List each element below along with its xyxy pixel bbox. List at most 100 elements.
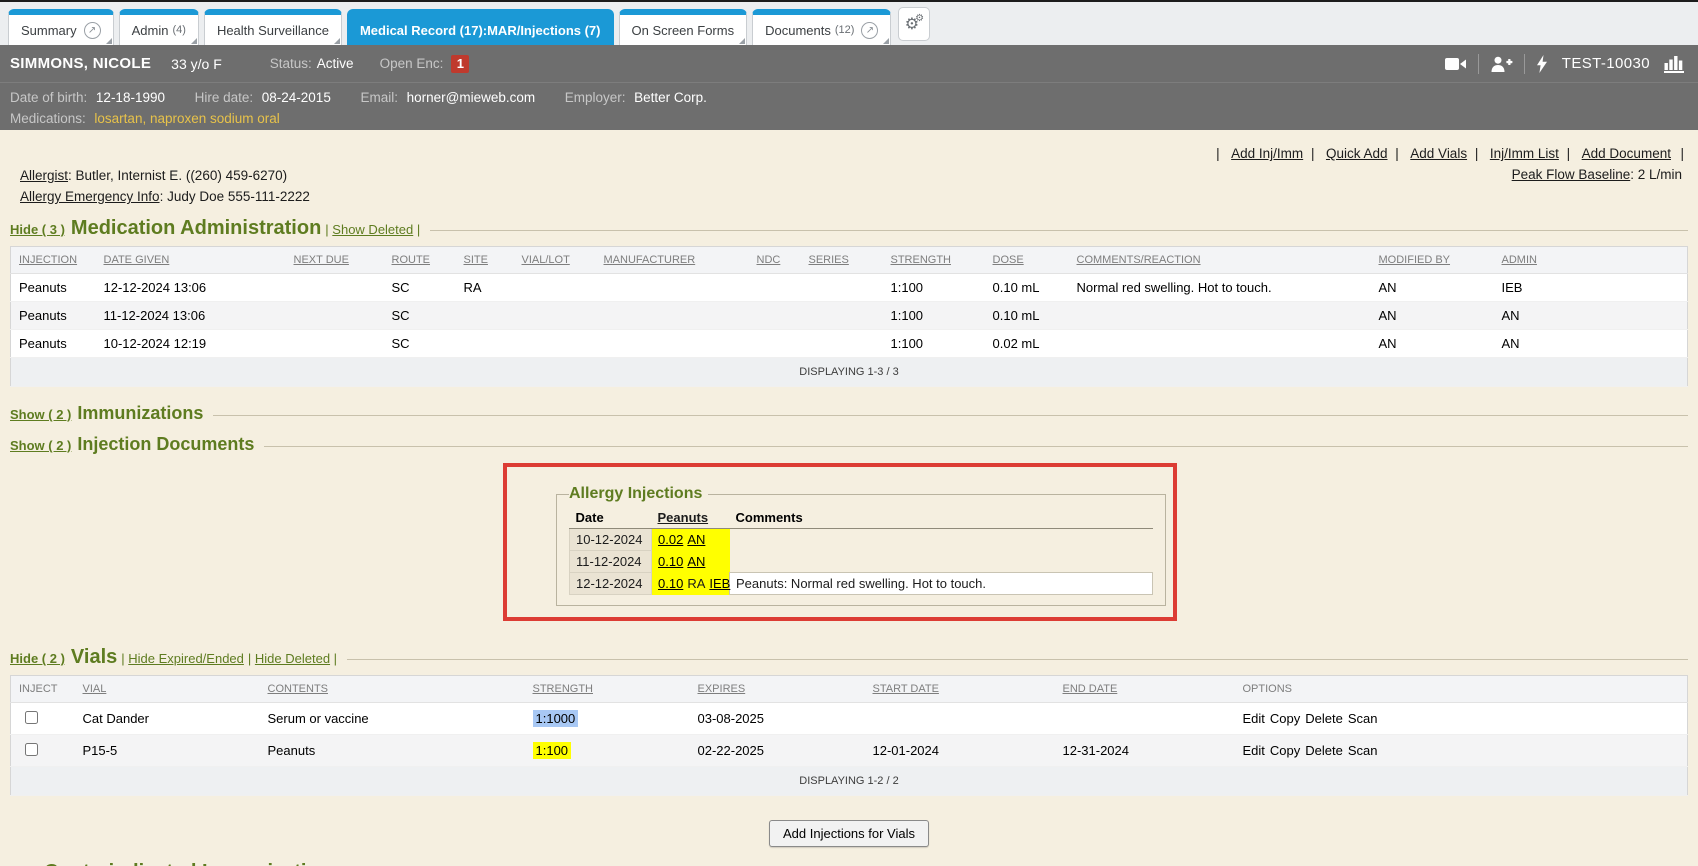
column-header[interactable]: COMMENTS/REACTION (1069, 247, 1371, 274)
medications-label: Medications: (10, 111, 86, 126)
dose-link[interactable]: 0.02 (658, 532, 683, 547)
tab-admin[interactable]: Admin (4) (119, 9, 199, 45)
patient-demographics: Date of birth: 12-18-1990 Hire date: 08-… (0, 82, 1698, 130)
video-camera-icon[interactable] (1445, 57, 1467, 71)
column-header[interactable]: SITE (456, 247, 514, 274)
tab-health-surveillance[interactable]: Health Surveillance (204, 9, 342, 45)
initials-link[interactable]: AN (687, 554, 705, 569)
allergy-injections-panel: Allergy Injections Date Peanuts Comments… (556, 485, 1166, 606)
cell-modified-by: AN (1371, 302, 1494, 330)
table-footer: DISPLAYING 1-2 / 2 (11, 767, 1688, 796)
cell-strength: 1:100 (883, 330, 985, 358)
inject-checkbox[interactable] (25, 743, 38, 756)
hide-deleted-link[interactable]: Hide Deleted (255, 651, 330, 666)
add-document-link[interactable]: Add Document (1567, 146, 1671, 161)
column-header[interactable]: ROUTE (384, 247, 456, 274)
column-header[interactable]: START DATE (865, 676, 1055, 703)
column-header[interactable]: DATE GIVEN (96, 247, 286, 274)
cell-dose: 0.02 mL (985, 330, 1069, 358)
hide-expired-ended-link[interactable]: Hide Expired/Ended (128, 651, 244, 666)
info-row: Allergist: Butler, Internist E. ((260) 4… (0, 163, 1698, 207)
site-text: RA (687, 576, 705, 591)
open-enc-badge[interactable]: 1 (451, 55, 469, 73)
cell-manufacturer (596, 274, 749, 302)
column-header[interactable]: END DATE (1055, 676, 1235, 703)
peanuts-column-link[interactable]: Peanuts (658, 510, 709, 525)
scan-link[interactable]: Scan (1348, 711, 1378, 726)
show-toggle[interactable]: Show ( 2 ) (10, 407, 71, 422)
cell-date: 11-12-2024 (570, 551, 652, 573)
cell-series (801, 302, 883, 330)
hire-date-value: 08-24-2015 (262, 90, 331, 105)
hide-toggle[interactable]: Hide ( 2 ) (10, 651, 65, 666)
scan-link[interactable]: Scan (1348, 743, 1378, 758)
popout-icon[interactable] (84, 22, 101, 39)
column-header[interactable]: NDC (749, 247, 801, 274)
column-header[interactable]: CONTENTS (260, 676, 525, 703)
tab-documents[interactable]: Documents (12) (752, 9, 891, 45)
copy-link[interactable]: Copy (1270, 743, 1300, 758)
section-title: Injection Documents (77, 434, 254, 455)
column-header[interactable]: MANUFACTURER (596, 247, 749, 274)
cell-date: 12-12-2024 (570, 573, 652, 595)
hide-toggle[interactable]: Hide ( 3 ) (10, 222, 65, 237)
quick-add-link[interactable]: Quick Add (1311, 146, 1388, 161)
cell-ndc (749, 274, 801, 302)
column-header[interactable]: VIAL (75, 676, 260, 703)
column-header[interactable]: NEXT DUE (286, 247, 384, 274)
status-label: Status: (270, 56, 312, 71)
cell-injection: Peanuts (11, 274, 96, 302)
section-title: Immunizations (77, 403, 203, 424)
column-header[interactable]: STRENGTH (883, 247, 985, 274)
settings-gears-icon[interactable] (898, 7, 930, 41)
cell-strength: 1:100 (525, 735, 690, 767)
popout-icon[interactable] (861, 22, 878, 39)
add-injections-for-vials-button[interactable]: Add Injections for Vials (769, 820, 929, 847)
show-toggle[interactable]: Show ( 2 ) (10, 438, 71, 453)
tab-medical-record[interactable]: Medical Record (17):MAR/Injections (7) (347, 9, 614, 45)
delete-link[interactable]: Delete (1305, 743, 1343, 758)
column-header[interactable]: MODIFIED BY (1371, 247, 1494, 274)
initials-link[interactable]: AN (687, 532, 705, 547)
dose-link[interactable]: 0.10 (658, 576, 683, 591)
table-header-row: Date Peanuts Comments (570, 507, 1153, 529)
tab-on-screen-forms[interactable]: On Screen Forms (619, 9, 748, 45)
column-header[interactable]: VIAL/LOT (514, 247, 596, 274)
table-row: Cat Dander Serum or vaccine 1:1000 03-08… (11, 703, 1688, 735)
edit-link[interactable]: Edit (1243, 743, 1265, 758)
cell-contents: Serum or vaccine (260, 703, 525, 735)
allergist-link[interactable]: Allergist (20, 168, 68, 183)
inj-imm-list-link[interactable]: Inj/Imm List (1475, 146, 1559, 161)
add-inj-imm-link[interactable]: Add Inj/Imm (1216, 146, 1303, 161)
medication-link[interactable]: naproxen sodium oral (150, 111, 280, 126)
allergy-emergency-info-link[interactable]: Allergy Emergency Info (20, 189, 160, 204)
vials-header: Hide ( 2 ) Vials Hide Expired/Ended Hide… (10, 646, 1688, 669)
cell-options: Edit Copy Delete Scan (1235, 703, 1688, 735)
dose-link[interactable]: 0.10 (658, 554, 683, 569)
column-header[interactable]: ADMIN (1494, 247, 1688, 274)
copy-link[interactable]: Copy (1270, 711, 1300, 726)
peak-flow-baseline-link[interactable]: Peak Flow Baseline (1512, 167, 1631, 182)
initials-link[interactable]: IEB (709, 576, 730, 591)
tab-summary[interactable]: Summary (8, 9, 114, 45)
delete-link[interactable]: Delete (1305, 711, 1343, 726)
column-header[interactable]: DOSE (985, 247, 1069, 274)
medication-link[interactable]: losartan (94, 111, 150, 126)
allergy-contacts: Allergist: Butler, Internist E. ((260) 4… (20, 165, 310, 207)
cell-comments: Normal red swelling. Hot to touch. (1069, 274, 1371, 302)
cell-injection: Peanuts (11, 302, 96, 330)
show-deleted-link[interactable]: Show Deleted (332, 222, 413, 237)
column-header[interactable]: SERIES (801, 247, 883, 274)
add-person-icon[interactable] (1490, 56, 1513, 72)
add-vials-link[interactable]: Add Vials (1395, 146, 1467, 161)
allergy-injections-table: Date Peanuts Comments 10-12-2024 0.02AN (569, 507, 1153, 595)
column-header[interactable]: STRENGTH (525, 676, 690, 703)
tab-label: On Screen Forms (632, 23, 735, 38)
bar-chart-icon[interactable] (1664, 55, 1684, 73)
edit-link[interactable]: Edit (1243, 711, 1265, 726)
column-header[interactable]: INJECTION (11, 247, 96, 274)
lightning-icon[interactable] (1536, 55, 1548, 73)
column-header[interactable]: EXPIRES (690, 676, 865, 703)
inject-checkbox[interactable] (25, 711, 38, 724)
divider (213, 415, 1688, 416)
